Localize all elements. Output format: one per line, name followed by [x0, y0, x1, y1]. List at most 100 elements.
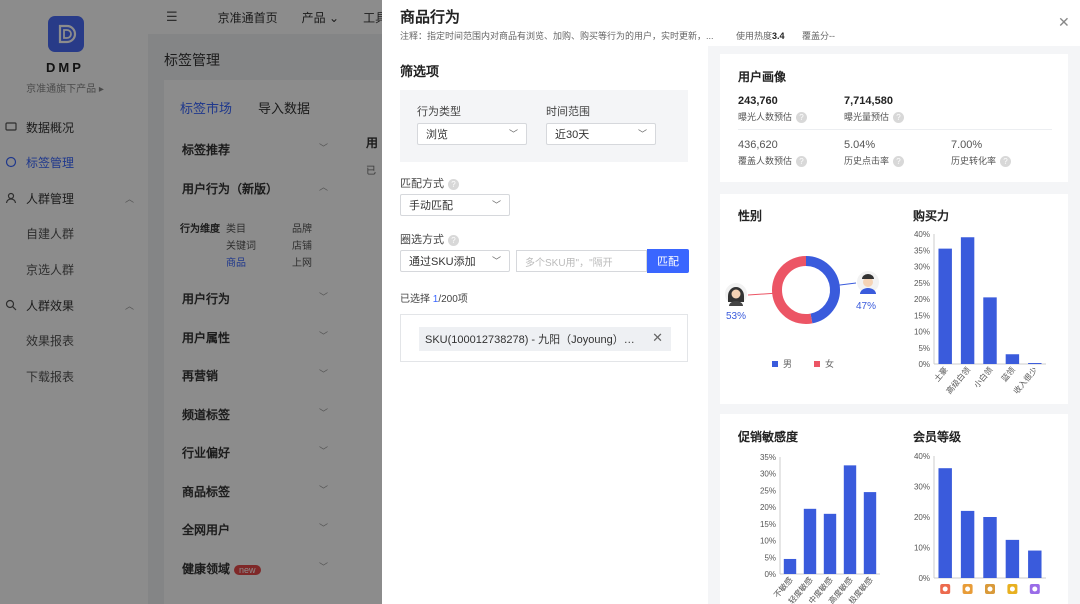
product-behavior-drawer: 商品行为 注释：指定时间范围内对商品有浏览、加购、购买等行为的用户，实时更新，.…: [382, 0, 1080, 604]
y-tick-label: 30%: [914, 263, 930, 272]
y-tick-label: 25%: [760, 486, 776, 495]
member-level-icon: [940, 584, 951, 594]
member-level-chart-title: 会员等级: [913, 430, 962, 444]
chevron-down-icon: ﹀: [491, 200, 501, 210]
coverage-users-label: 覆盖人数预估?: [738, 154, 808, 168]
male-avatar-icon: [857, 271, 879, 294]
gender-chart-title: 性别: [738, 209, 763, 223]
y-tick-label: 10%: [914, 328, 930, 337]
bar-2: [983, 297, 997, 364]
y-tick-label: 40%: [914, 230, 930, 239]
selected-suffix: /200项: [438, 294, 468, 305]
drawer-note: 注释：指定时间范围内对商品有浏览、加购、购买等行为的用户，实时更新，...: [400, 31, 714, 41]
legend-swatch-female: [814, 361, 820, 367]
y-tick-label: 0%: [918, 360, 930, 369]
x-tick-label: 小白领: [971, 365, 994, 390]
bar-4: [863, 492, 877, 574]
selected-prefix: 已选择: [400, 294, 433, 305]
help-icon[interactable]: ?: [893, 156, 905, 168]
purchase-power-chart-title: 购买力: [913, 209, 950, 223]
exposure-users-value: 243,760: [738, 95, 778, 107]
historical-cvr-value: 7.00%: [951, 139, 983, 151]
sku-chip: SKU(100012738278) - 九阳（Joyoung）肖战... ✕: [419, 327, 671, 351]
match-button[interactable]: 匹配: [647, 249, 689, 273]
close-icon[interactable]: ✕: [652, 330, 663, 346]
help-icon[interactable]: ?: [1000, 156, 1012, 168]
help-icon[interactable]: ?: [893, 112, 905, 124]
match-mode-value: 手动匹配: [409, 200, 453, 212]
chevron-down-icon: ﹀: [491, 256, 501, 266]
behavior-type-select[interactable]: 浏览 ﹀: [417, 123, 527, 145]
usage-heat-label: 使用热度: [736, 31, 773, 41]
time-range-select[interactable]: 近30天 ﹀: [546, 123, 656, 145]
member-level-icon: [985, 584, 995, 594]
drawer-title: 商品行为: [400, 9, 461, 26]
member-level-icon: [1007, 584, 1018, 594]
purchase-power-bar-chart: 0% 5% 10% 15% 20% 25% 30% 35% 40% 土豪高级白领 小白领 蓝领收入很少: [914, 230, 1046, 396]
bar-0: [783, 558, 797, 574]
usage-heat: 使用热度3.4: [736, 29, 785, 42]
chevron-down-icon: ﹀: [508, 129, 518, 139]
promotion-sensitivity-bar-chart: 0%5%10%15%20%25%30%35%不敏感轻度敏感中度敏感高度敏感极度敏…: [760, 453, 880, 604]
selected-items-box: SKU(100012738278) - 九阳（Joyoung）肖战... ✕: [400, 314, 688, 362]
select-mode-value: 通过SKU添加: [409, 256, 476, 268]
help-icon[interactable]: ?: [448, 234, 459, 246]
legend-label-female: 女: [825, 358, 834, 369]
member-level-bar-chart: 0% 10% 20% 30% 40%: [914, 452, 1046, 594]
male-percent-label: 47%: [856, 301, 876, 312]
historical-ctr-value: 5.04%: [844, 139, 876, 151]
select-mode-label-text: 圈选方式: [400, 234, 444, 246]
match-mode-label-text: 匹配方式: [400, 178, 444, 190]
select-mode-select[interactable]: 通过SKU添加 ﹀: [400, 250, 510, 272]
select-mode-label: 圈选方式?: [400, 231, 459, 247]
y-tick-label: 15%: [914, 311, 930, 320]
y-tick-label: 35%: [914, 246, 930, 255]
bar-2: [983, 517, 997, 578]
y-tick-label: 5%: [764, 553, 776, 562]
time-range-label: 时间范围: [546, 106, 590, 118]
bar-4: [1028, 550, 1042, 578]
y-tick-label: 20%: [914, 513, 930, 522]
y-tick-label: 20%: [760, 503, 776, 512]
y-tick-label: 5%: [918, 344, 930, 353]
y-tick-label: 40%: [914, 452, 930, 461]
match-mode-label: 匹配方式?: [400, 175, 459, 191]
y-tick-label: 30%: [914, 483, 930, 492]
y-tick-label: 10%: [760, 537, 776, 546]
female-avatar-icon: [725, 283, 747, 306]
behavior-type-label: 行为类型: [417, 106, 461, 118]
donut-slice-male: [805, 256, 840, 324]
help-icon[interactable]: ?: [796, 112, 808, 124]
historical-ctr-label: 历史点击率?: [844, 154, 905, 168]
x-tick-label: 收入很少: [1011, 365, 1039, 396]
drawer-header: 商品行为 注释：指定时间范围内对商品有浏览、加购、购买等行为的用户，实时更新，.…: [382, 0, 1080, 46]
member-level-icon: [1029, 584, 1040, 594]
behavior-filter-box: 行为类型 浏览 ﹀ 时间范围 近30天 ﹀: [400, 90, 688, 162]
y-tick-label: 15%: [760, 520, 776, 529]
sku-input[interactable]: 多个SKU用"，"隔开: [516, 250, 647, 272]
y-tick-label: 30%: [760, 470, 776, 479]
usage-heat-value: 3.4: [772, 31, 785, 41]
behavior-type-value: 浏览: [426, 129, 448, 141]
y-tick-label: 25%: [914, 279, 930, 288]
match-mode-select[interactable]: 手动匹配 ﹀: [400, 194, 510, 216]
y-tick-label: 20%: [914, 295, 930, 304]
historical-cvr-label: 历史转化率?: [951, 154, 1012, 168]
gender-donut-chart: 53% 47% 男 女: [725, 256, 879, 369]
user-portrait-card: 用户画像 243,760 曝光人数预估? 7,714,580 曝光量预估? 43…: [720, 54, 1068, 182]
x-tick-label: 高级白领: [944, 365, 972, 396]
help-icon[interactable]: ?: [796, 156, 808, 168]
filter-panel: 筛选项 行为类型 浏览 ﹀ 时间范围 近30天 ﹀ 匹配方式? 手动匹配 ﹀ 圈…: [382, 46, 708, 604]
bar-3: [843, 465, 857, 574]
y-tick-label: 10%: [914, 544, 930, 553]
selected-count: 已选择 1/200项: [400, 290, 468, 305]
exposure-users-label: 曝光人数预估?: [738, 110, 808, 124]
bar-3: [1005, 354, 1020, 364]
female-percent-label: 53%: [726, 311, 746, 322]
bar-0: [938, 468, 952, 578]
member-level-icon: [962, 584, 973, 594]
promotion-chart-title: 促销敏感度: [738, 430, 799, 444]
modal-overlay[interactable]: [0, 0, 382, 604]
close-icon[interactable]: ✕: [1058, 14, 1070, 31]
help-icon[interactable]: ?: [448, 178, 459, 190]
